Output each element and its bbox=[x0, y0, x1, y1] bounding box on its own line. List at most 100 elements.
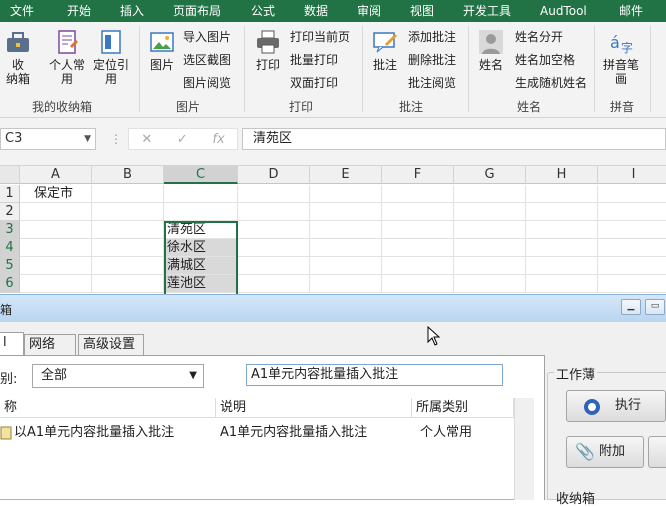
minimize-icon[interactable]: ▁ bbox=[621, 299, 641, 315]
comment-browse-button[interactable]: 批注阅览 bbox=[408, 72, 456, 92]
cell-g3[interactable] bbox=[454, 221, 526, 239]
locate-reference-button[interactable]: 定位引 用 bbox=[90, 28, 132, 86]
menu-insert[interactable]: 插入 bbox=[120, 0, 144, 22]
menu-page-layout[interactable]: 页面布局 bbox=[173, 0, 221, 22]
batch-print-button[interactable]: 批量打印 bbox=[290, 49, 338, 69]
cell-h4[interactable] bbox=[526, 239, 598, 257]
menu-data[interactable]: 数据 bbox=[304, 0, 328, 22]
column-header-b[interactable]: B bbox=[92, 166, 164, 184]
column-header-h[interactable]: H bbox=[526, 166, 598, 184]
cell-f1[interactable] bbox=[382, 185, 454, 203]
menu-developer[interactable]: 开发工具 bbox=[463, 0, 511, 22]
tab-advanced-settings[interactable]: 高级设置 bbox=[78, 334, 144, 356]
tab-network[interactable]: 网络 bbox=[24, 334, 76, 356]
cell-c1[interactable] bbox=[164, 185, 238, 203]
cell-i4[interactable] bbox=[598, 239, 666, 257]
name-split-button[interactable]: 姓名分开 bbox=[515, 26, 563, 46]
print-current-page-button[interactable]: 打印当前页 bbox=[290, 26, 350, 46]
cell-f5[interactable] bbox=[382, 257, 454, 275]
cell-f6[interactable] bbox=[382, 275, 454, 293]
cell-e5[interactable] bbox=[310, 257, 382, 275]
cell-d1[interactable] bbox=[238, 185, 310, 203]
cell-e3[interactable] bbox=[310, 221, 382, 239]
name-box[interactable]: C3 ▼ bbox=[0, 128, 96, 150]
list-header-category[interactable]: 所属类别 bbox=[412, 398, 514, 418]
row-header-6[interactable]: 6 bbox=[0, 275, 20, 293]
dialog-title-bar[interactable]: 箱 ▁ ▭ bbox=[0, 294, 666, 322]
cell-h3[interactable] bbox=[526, 221, 598, 239]
attach-button[interactable]: 📎 附加 bbox=[566, 436, 644, 468]
collect-box-button[interactable]: 收 纳箱 bbox=[2, 28, 34, 86]
cell-d6[interactable] bbox=[238, 275, 310, 293]
cell-a3[interactable] bbox=[20, 221, 92, 239]
cell-g1[interactable] bbox=[454, 185, 526, 203]
cell-e4[interactable] bbox=[310, 239, 382, 257]
cell-h5[interactable] bbox=[526, 257, 598, 275]
list-scrollbar[interactable] bbox=[514, 398, 534, 500]
cell-i3[interactable] bbox=[598, 221, 666, 239]
cell-c2[interactable] bbox=[164, 203, 238, 221]
cell-a2[interactable] bbox=[20, 203, 92, 221]
cell-b1[interactable] bbox=[92, 185, 164, 203]
cell-f2[interactable] bbox=[382, 203, 454, 221]
pinyin-strokes-button[interactable]: á字 拼音笔 画 bbox=[600, 28, 642, 86]
cell-h6[interactable] bbox=[526, 275, 598, 293]
cell-d2[interactable] bbox=[238, 203, 310, 221]
search-input[interactable]: A1单元内容批量插入批注 bbox=[246, 364, 503, 386]
cell-a5[interactable] bbox=[20, 257, 92, 275]
cell-h2[interactable] bbox=[526, 203, 598, 221]
cell-e2[interactable] bbox=[310, 203, 382, 221]
column-header-f[interactable]: F bbox=[382, 166, 454, 184]
cell-d3[interactable] bbox=[238, 221, 310, 239]
menu-formulas[interactable]: 公式 bbox=[251, 0, 275, 22]
cell-g4[interactable] bbox=[454, 239, 526, 257]
personal-button[interactable]: 个人常 用 bbox=[46, 28, 88, 86]
menu-review[interactable]: 审阅 bbox=[357, 0, 381, 22]
fx-icon[interactable]: fx bbox=[212, 132, 224, 147]
name-add-space-button[interactable]: 姓名加空格 bbox=[515, 49, 575, 69]
cell-g5[interactable] bbox=[454, 257, 526, 275]
cell-e6[interactable] bbox=[310, 275, 382, 293]
row-header-2[interactable]: 2 bbox=[0, 203, 20, 221]
cell-i5[interactable] bbox=[598, 257, 666, 275]
row-header-1[interactable]: 1 bbox=[0, 185, 20, 203]
picture-browse-button[interactable]: 图片阅览 bbox=[183, 72, 231, 92]
cell-b5[interactable] bbox=[92, 257, 164, 275]
cell-h1[interactable] bbox=[526, 185, 598, 203]
comment-button[interactable]: 批注 bbox=[368, 28, 402, 72]
menu-mail[interactable]: 邮件 bbox=[619, 0, 643, 22]
random-name-button[interactable]: 生成随机姓名 bbox=[515, 72, 587, 92]
cell-e1[interactable] bbox=[310, 185, 382, 203]
add-comment-button[interactable]: 添加批注 bbox=[408, 26, 456, 46]
menu-view[interactable]: 视图 bbox=[410, 0, 434, 22]
maximize-icon[interactable]: ▭ bbox=[645, 299, 665, 315]
row-header-3[interactable]: 3 bbox=[0, 221, 20, 239]
column-header-d[interactable]: D bbox=[238, 166, 310, 184]
cell-d4[interactable] bbox=[238, 239, 310, 257]
delete-comment-button[interactable]: 删除批注 bbox=[408, 49, 456, 69]
select-screenshot-button[interactable]: 选区截图 bbox=[183, 49, 231, 69]
picture-button[interactable]: 图片 bbox=[145, 28, 179, 72]
column-header-c[interactable]: C bbox=[164, 166, 238, 184]
column-header-i[interactable]: I bbox=[598, 166, 666, 184]
category-select[interactable]: 全部 ▼ bbox=[32, 364, 204, 388]
row-header-5[interactable]: 5 bbox=[0, 257, 20, 275]
cell-b2[interactable] bbox=[92, 203, 164, 221]
cell-f3[interactable] bbox=[382, 221, 454, 239]
cell-i1[interactable] bbox=[598, 185, 666, 203]
column-header-a[interactable]: A bbox=[20, 166, 92, 184]
cell-a6[interactable] bbox=[20, 275, 92, 293]
print-button[interactable]: 打印 bbox=[250, 28, 286, 72]
list-header-name[interactable]: 称 bbox=[0, 398, 216, 418]
duplex-print-button[interactable]: 双面打印 bbox=[290, 72, 338, 92]
cell-b4[interactable] bbox=[92, 239, 164, 257]
row-header-4[interactable]: 4 bbox=[0, 239, 20, 257]
cell-f4[interactable] bbox=[382, 239, 454, 257]
import-picture-button[interactable]: 导入图片 bbox=[183, 26, 231, 46]
menu-home[interactable]: 开始 bbox=[67, 0, 91, 22]
cell-i2[interactable] bbox=[598, 203, 666, 221]
cell-d5[interactable] bbox=[238, 257, 310, 275]
name-button[interactable]: 姓名 bbox=[474, 28, 508, 72]
cancel-icon[interactable]: ✕ bbox=[141, 132, 152, 147]
enter-icon[interactable]: ✓ bbox=[177, 132, 188, 147]
